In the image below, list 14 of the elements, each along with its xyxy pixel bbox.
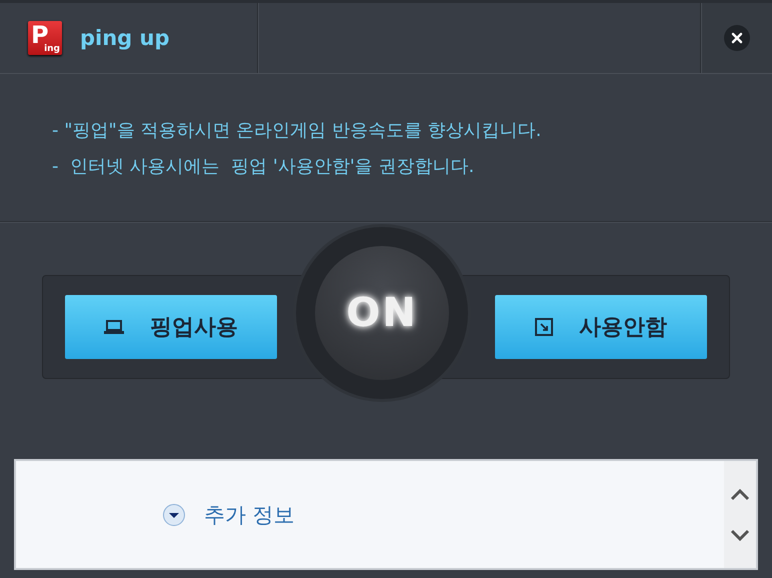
scroll-up-icon[interactable] <box>729 488 751 502</box>
disable-button[interactable]: 사용안함 <box>495 295 707 359</box>
scroll-down-icon[interactable] <box>729 528 751 542</box>
close-button[interactable] <box>724 25 750 51</box>
window-title: ping up <box>80 26 170 50</box>
more-info-toggle[interactable]: 추가 정보 <box>162 500 295 528</box>
close-icon <box>731 32 743 44</box>
shrink-icon <box>535 318 553 336</box>
enable-button[interactable]: 핑업사용 <box>65 295 277 359</box>
info-text: - "핑업"을 적용하시면 온라인게임 반응속도를 향상시킵니다. <box>52 118 542 142</box>
laptop-icon <box>104 319 124 335</box>
expand-icon <box>162 502 186 526</box>
info-text: - 인터넷 사용시에는 핑업 '사용안함'을 권장합니다. <box>52 154 476 178</box>
power-button[interactable]: ON <box>315 246 449 380</box>
